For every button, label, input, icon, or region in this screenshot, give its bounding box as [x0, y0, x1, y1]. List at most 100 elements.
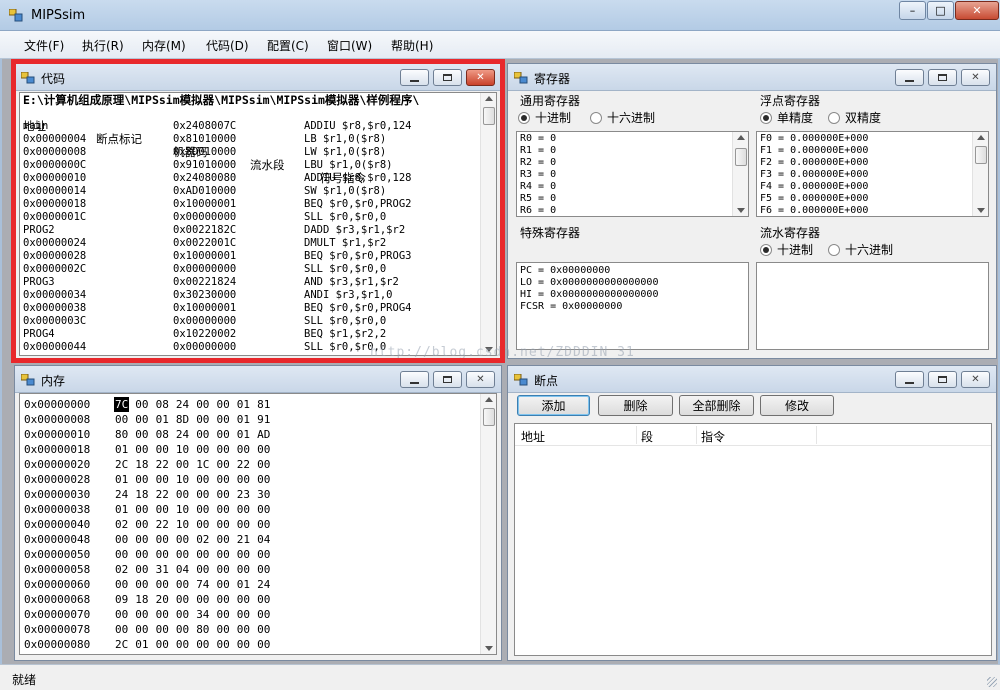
memory-row[interactable]: 0x00000060 00 00 00 00 74 00 01 24	[24, 577, 496, 592]
memory-byte[interactable]: 00	[175, 622, 190, 637]
memory-byte[interactable]: 00	[195, 547, 210, 562]
memory-byte[interactable]: 00	[134, 532, 149, 547]
memory-byte[interactable]: 8D	[175, 412, 190, 427]
scroll-up-icon[interactable]	[485, 96, 493, 101]
general-register-scrollbar[interactable]	[732, 132, 748, 216]
memory-byte[interactable]: 10	[175, 472, 190, 487]
memory-byte[interactable]: 21	[236, 532, 251, 547]
memory-byte[interactable]: 00	[155, 472, 170, 487]
memory-row[interactable]: 0x00000080 2C 01 00 00 00 00 00 00	[24, 637, 496, 652]
memory-byte[interactable]: 91	[256, 412, 271, 427]
memory-byte[interactable]: 10	[175, 502, 190, 517]
memory-byte[interactable]: 00	[175, 577, 190, 592]
code-row[interactable]: 0x00000004 0x81010000 LB $r1,0($r8)	[20, 133, 496, 146]
code-row[interactable]: 0x00000038 0x10000001 BEQ $r0,$r0,PROG4	[20, 302, 496, 315]
memory-byte[interactable]: 2C	[114, 637, 129, 652]
memory-byte[interactable]: 24	[114, 487, 129, 502]
memory-byte[interactable]: 80	[114, 427, 129, 442]
code-row[interactable]: 0x00000024 0x0022001C DMULT $r1,$r2	[20, 237, 496, 250]
memory-byte[interactable]: 18	[134, 487, 149, 502]
float-register-scrollbar[interactable]	[972, 132, 988, 216]
memory-byte[interactable]: 00	[236, 637, 251, 652]
memory-byte[interactable]: 00	[195, 517, 210, 532]
memory-row[interactable]: 0x00000000 7C 00 08 24 00 00 01 81	[24, 397, 496, 412]
scroll-down-icon[interactable]	[977, 208, 985, 213]
memory-byte[interactable]: 24	[256, 577, 271, 592]
memory-byte[interactable]: 80	[195, 622, 210, 637]
memory-byte[interactable]: 00	[216, 592, 231, 607]
memory-byte[interactable]: 00	[216, 577, 231, 592]
general-radio-decimal[interactable]: 十进制	[518, 109, 571, 126]
memory-byte[interactable]: 00	[216, 532, 231, 547]
minimize-button[interactable]	[895, 371, 924, 388]
memory-row[interactable]: 0x00000078 00 00 00 00 80 00 00 00	[24, 622, 496, 637]
scroll-thumb[interactable]	[483, 107, 495, 125]
memory-row[interactable]: 0x00000010 80 00 08 24 00 00 01 AD	[24, 427, 496, 442]
memory-byte[interactable]: 09	[114, 592, 129, 607]
menu-file[interactable]: 文件(F)	[24, 37, 64, 54]
memory-byte[interactable]: 1C	[195, 457, 210, 472]
menu-config[interactable]: 配置(C)	[267, 37, 309, 54]
memory-byte[interactable]: 23	[236, 487, 251, 502]
memory-row[interactable]: 0x00000070 00 00 00 00 34 00 00 00	[24, 607, 496, 622]
col-address[interactable]: 地址	[521, 428, 545, 445]
breakpoint-list[interactable]: 地址 段 指令	[514, 423, 992, 656]
memory-byte[interactable]: 74	[195, 577, 210, 592]
memory-byte[interactable]: 00	[114, 532, 129, 547]
memory-byte[interactable]: 01	[134, 637, 149, 652]
memory-byte[interactable]: 00	[155, 577, 170, 592]
add-breakpoint-button[interactable]: 添加	[517, 395, 590, 416]
modify-breakpoint-button[interactable]: 修改	[760, 395, 834, 416]
memory-byte[interactable]: 00	[114, 577, 129, 592]
pipeline-register-list[interactable]	[756, 262, 989, 350]
memory-byte[interactable]: 01	[114, 442, 129, 457]
memory-byte[interactable]: 00	[236, 592, 251, 607]
memory-row[interactable]: 0x00000008 00 00 01 8D 00 00 01 91	[24, 412, 496, 427]
maximize-button[interactable]	[433, 69, 462, 86]
memory-byte[interactable]: 00	[155, 442, 170, 457]
menu-code[interactable]: 代码(D)	[206, 37, 249, 54]
code-row[interactable]: 0x00000008 0x8D010000 LW $r1,0($r8)	[20, 146, 496, 159]
memory-byte[interactable]: 00	[195, 592, 210, 607]
memory-byte[interactable]: 01	[236, 577, 251, 592]
memory-byte[interactable]: 00	[134, 502, 149, 517]
memory-byte[interactable]: 00	[236, 607, 251, 622]
memory-byte[interactable]: 00	[134, 442, 149, 457]
code-listing[interactable]: E:\计算机组成原理\MIPSsim模拟器\MIPSsim\MIPSsim模拟器…	[19, 92, 497, 356]
memory-byte[interactable]: 00	[134, 562, 149, 577]
menu-run[interactable]: 执行(R)	[82, 37, 124, 54]
scroll-thumb[interactable]	[735, 148, 747, 166]
memory-byte[interactable]: 00	[134, 607, 149, 622]
memory-byte[interactable]: 01	[114, 472, 129, 487]
memory-byte[interactable]: 00	[216, 517, 231, 532]
memory-byte[interactable]: 30	[256, 487, 271, 502]
minimize-button[interactable]	[400, 69, 429, 86]
scroll-thumb[interactable]	[483, 408, 495, 426]
minimize-button[interactable]: –	[899, 1, 926, 20]
memory-byte[interactable]: 00	[134, 547, 149, 562]
memory-byte[interactable]: 00	[216, 457, 231, 472]
memory-byte[interactable]: 00	[256, 562, 271, 577]
memory-byte[interactable]: 01	[236, 427, 251, 442]
memory-row[interactable]: 0x00000020 2C 18 22 00 1C 00 22 00	[24, 457, 496, 472]
scroll-down-icon[interactable]	[485, 646, 493, 651]
code-row[interactable]: 0x00000014 0xAD010000 SW $r1,0($r8)	[20, 185, 496, 198]
memory-byte[interactable]: 00	[256, 442, 271, 457]
memory-row[interactable]: 0x00000050 00 00 00 00 00 00 00 00	[24, 547, 496, 562]
delete-all-breakpoints-button[interactable]: 全部删除	[679, 395, 754, 416]
memory-byte[interactable]: 00	[195, 562, 210, 577]
memory-byte[interactable]: 31	[155, 562, 170, 577]
memory-byte[interactable]: 00	[195, 412, 210, 427]
memory-byte[interactable]: 01	[114, 502, 129, 517]
memory-byte[interactable]: 01	[236, 412, 251, 427]
float-radio-double[interactable]: 双精度	[828, 109, 881, 126]
memory-byte[interactable]: 00	[134, 622, 149, 637]
memory-byte[interactable]: 00	[216, 502, 231, 517]
memory-scrollbar[interactable]	[480, 394, 496, 654]
scroll-up-icon[interactable]	[737, 135, 745, 140]
memory-byte[interactable]: 02	[114, 517, 129, 532]
close-button[interactable]: ✕	[961, 371, 990, 388]
memory-row[interactable]: 0x00000018 01 00 00 10 00 00 00 00	[24, 442, 496, 457]
memory-byte[interactable]: 18	[134, 457, 149, 472]
memory-byte[interactable]: 22	[236, 457, 251, 472]
